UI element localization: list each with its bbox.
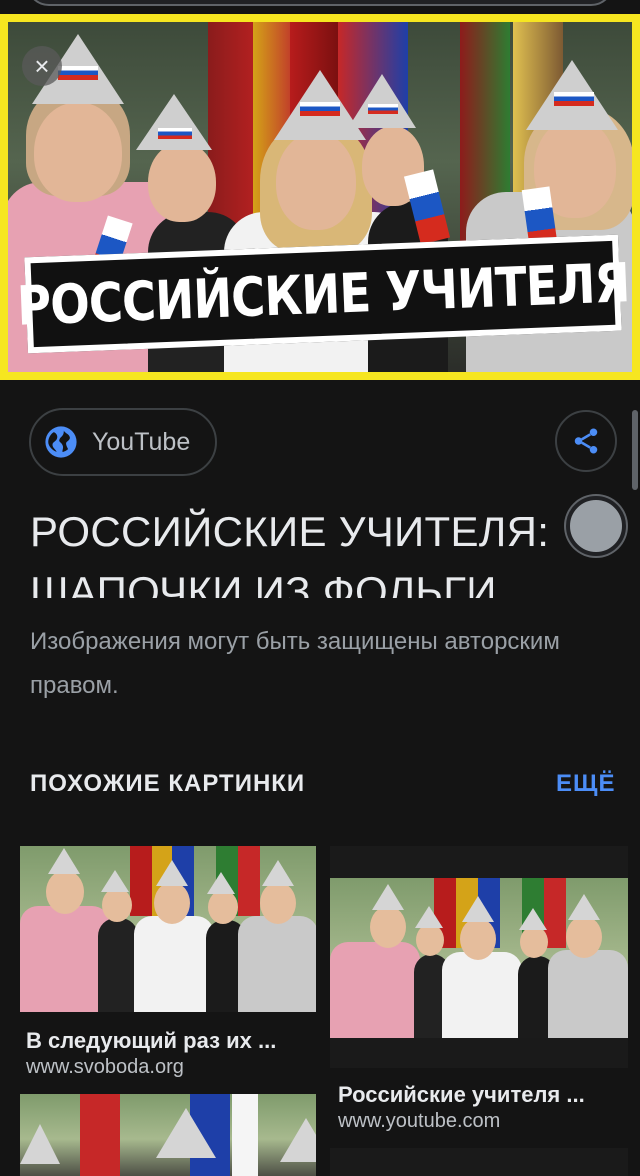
more-link[interactable]: ЕЩЁ <box>556 770 616 798</box>
share-button[interactable] <box>555 410 617 472</box>
related-image-card[interactable]: В следующий раз их ... www.svoboda.org <box>20 846 316 1082</box>
top-bar <box>0 0 640 14</box>
face <box>148 142 216 222</box>
related-image-card[interactable] <box>330 1148 628 1176</box>
related-image-thumbnail <box>330 846 628 1068</box>
related-image-thumbnail <box>20 846 316 1012</box>
preview-image-content: РОССИЙСКИЕ УЧИТЕЛЯ <box>8 22 632 372</box>
source-chip[interactable]: YouTube <box>29 408 217 476</box>
russian-flag-icon <box>368 104 398 114</box>
scrollbar[interactable] <box>632 410 638 490</box>
source-label: YouTube <box>92 427 191 456</box>
close-icon[interactable]: × <box>22 46 62 86</box>
image-viewer-page: РОССИЙСКИЕ УЧИТЕЛЯ × YouTube РОССИЙСКИЕ … <box>0 0 640 1176</box>
share-icon <box>574 428 598 454</box>
image-title: РОССИЙСКИЕ УЧИТЕЛЯ: ШАПОЧКИ ИЗ ФОЛЬГИ <box>30 508 550 598</box>
russian-flag-icon <box>300 102 340 116</box>
globe-icon <box>45 426 77 458</box>
related-image-card[interactable]: Российские учителя ... www.youtube.com <box>330 846 628 1136</box>
russian-flag-icon <box>158 128 192 139</box>
related-image-card[interactable] <box>20 1094 316 1176</box>
drag-handle[interactable] <box>566 496 626 556</box>
related-image-title: В следующий раз их ... <box>26 1028 277 1053</box>
foil-hat <box>348 74 416 128</box>
russian-flag-icon <box>58 66 98 80</box>
preview-image[interactable]: РОССИЙСКИЕ УЧИТЕЛЯ × <box>0 14 640 380</box>
related-image-source: www.youtube.com <box>338 1110 501 1132</box>
related-image-source: www.svoboda.org <box>26 1056 184 1078</box>
russian-flag-icon <box>554 92 594 106</box>
face <box>276 132 356 230</box>
hero-banner-text: РОССИЙСКИЕ УЧИТЕЛЯ <box>15 250 631 338</box>
related-image-title: Российские учителя ... <box>338 1082 585 1107</box>
search-bar[interactable] <box>26 0 614 6</box>
foil-hat <box>136 94 212 150</box>
related-images-heading: ПОХОЖИЕ КАРТИНКИ <box>30 770 306 797</box>
face <box>34 102 122 202</box>
related-image-thumbnail <box>20 1094 316 1176</box>
copyright-notice: Изображения могут быть защищены авторски… <box>30 628 560 699</box>
